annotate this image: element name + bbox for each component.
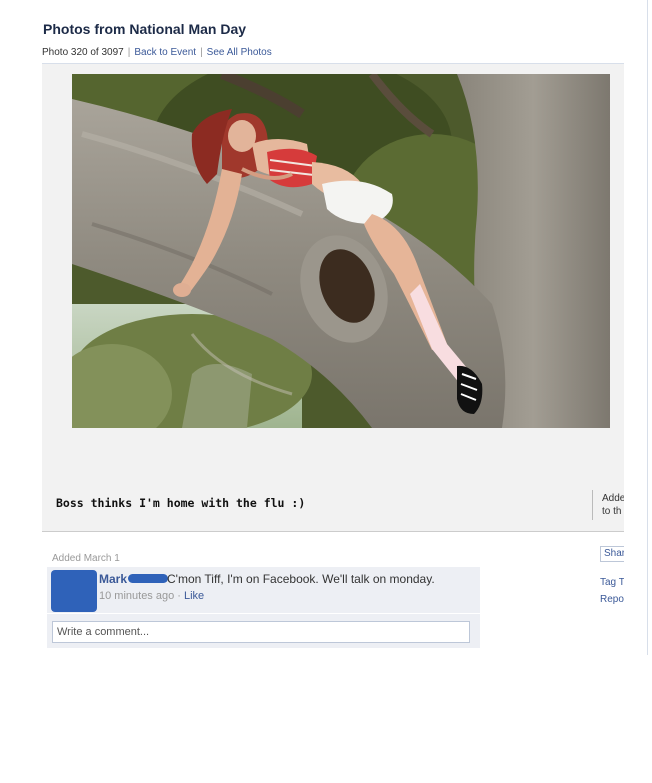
photo-stage: Boss thinks I'm home with the flu :) Add… bbox=[42, 64, 624, 531]
added-to-line: Adde bbox=[602, 493, 624, 504]
stage-divider bbox=[42, 531, 624, 532]
back-to-event-link[interactable]: Back to Event bbox=[134, 47, 196, 58]
report-photo-link[interactable]: Repo bbox=[600, 594, 624, 605]
tag-this-photo-link[interactable]: Tag T bbox=[600, 577, 624, 588]
main-photo[interactable] bbox=[72, 74, 610, 428]
comments-section: Mark C'mon Tiff, I'm on Facebook. We'll … bbox=[47, 567, 480, 648]
comment-text: C'mon Tiff, I'm on Facebook. We'll talk … bbox=[167, 572, 435, 586]
photo-nav: Photo 320 of 3097 | Back to Event | See … bbox=[42, 47, 272, 58]
see-all-photos-link[interactable]: See All Photos bbox=[207, 47, 272, 58]
commenter-name-link[interactable]: Mark bbox=[99, 572, 127, 586]
comment-item: Mark C'mon Tiff, I'm on Facebook. We'll … bbox=[47, 567, 480, 614]
meta-dot: · bbox=[174, 590, 184, 602]
comment-time: 10 minutes ago bbox=[99, 590, 175, 602]
added-to-line: to th bbox=[602, 506, 622, 517]
photo-caption: Boss thinks I'm home with the flu :) bbox=[56, 496, 306, 510]
page-title: Photos from National Man Day bbox=[43, 21, 247, 37]
photo-counter: Photo 320 of 3097 bbox=[42, 47, 124, 58]
avatar[interactable] bbox=[51, 570, 97, 612]
added-to-text: Adde to th bbox=[602, 492, 624, 518]
nav-separator: | bbox=[127, 47, 131, 58]
page-border bbox=[647, 0, 648, 655]
added-date: Added March 1 bbox=[52, 553, 120, 564]
photo-image bbox=[72, 74, 610, 428]
share-button[interactable]: Shar bbox=[600, 546, 624, 562]
comment-meta: 10 minutes ago · Like bbox=[99, 590, 204, 602]
caption-divider bbox=[592, 490, 593, 520]
write-comment-input[interactable] bbox=[52, 621, 470, 643]
like-link[interactable]: Like bbox=[184, 590, 204, 602]
redaction-mark bbox=[128, 574, 168, 583]
nav-separator: | bbox=[200, 47, 203, 58]
